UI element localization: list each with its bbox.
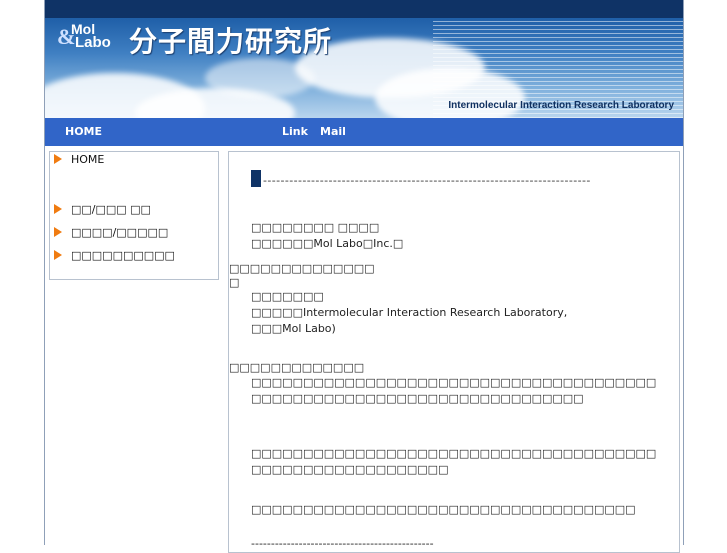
sidebar-item-2[interactable]: □□/□□□ □□ bbox=[54, 203, 151, 216]
company-english-name: □□□□□□Mol Labo□Inc.□ bbox=[251, 237, 404, 250]
sidebar-item-label: □□/□□□ □□ bbox=[71, 203, 151, 216]
top-bar bbox=[45, 0, 683, 18]
sidebar-item-home[interactable]: HOME bbox=[54, 153, 104, 166]
page-frame: & Mol Labo 分子間力研究所 Intermolecular Intera… bbox=[44, 0, 684, 553]
bottom-rule: ----------------------------------------… bbox=[251, 537, 434, 550]
header-banner: & Mol Labo 分子間力研究所 Intermolecular Intera… bbox=[45, 18, 683, 118]
arrow-right-icon bbox=[54, 154, 62, 164]
about-paragraph-3: □□□□□□□□□□□□□□□□□□□□□□□□□□□□□□□□□□□□□ bbox=[251, 503, 636, 516]
arrow-right-icon bbox=[54, 250, 62, 260]
section-mark: □ bbox=[229, 276, 240, 289]
nav-home-link[interactable]: HOME bbox=[65, 125, 102, 138]
nav-link-link[interactable]: Link bbox=[282, 125, 308, 138]
about-paragraph-1: □□□□□□□□□□□□□□□□□□□□□□□□□□□□□□□□□□□□□□□□… bbox=[251, 376, 657, 405]
lab-english-name: □□□□□Intermolecular Interaction Research… bbox=[251, 306, 568, 319]
section-title-lab: □□□□□□□□□□□□□□ bbox=[229, 262, 375, 275]
lab-short-name: □□□Mol Labo) bbox=[251, 322, 336, 335]
lab-name-line: □□□□□□□ bbox=[251, 290, 324, 303]
sidebar-menu: HOME □□/□□□ □□ □□□□/□□□□□ □□□□□□□□□□ bbox=[49, 151, 219, 280]
sidebar-item-3[interactable]: □□□□/□□□□□ bbox=[54, 226, 168, 239]
section-title-about: □□□□□□□□□□□□□ bbox=[229, 361, 365, 374]
sidebar-item-4[interactable]: □□□□□□□□□□ bbox=[54, 249, 175, 262]
logo-text-labo: Labo bbox=[75, 34, 111, 51]
main-content: ----------------------------------------… bbox=[228, 151, 680, 553]
arrow-right-icon bbox=[54, 227, 62, 237]
company-name-line: □□□□□□□□ □□□□ bbox=[251, 221, 380, 234]
heading-rule: ----------------------------------------… bbox=[263, 174, 591, 187]
sidebar-item-label: □□□□□□□□□□ bbox=[71, 249, 175, 262]
heading-marker bbox=[251, 170, 261, 187]
sidebar-item-label: □□□□/□□□□□ bbox=[71, 226, 169, 239]
main-nav: HOME Link Mail bbox=[45, 118, 683, 146]
site-title: 分子間力研究所 bbox=[129, 25, 333, 58]
arrow-right-icon bbox=[54, 204, 62, 214]
about-paragraph-2: □□□□□□□□□□□□□□□□□□□□□□□□□□□□□□□□□□□□□□□□… bbox=[251, 447, 657, 476]
cloud-decoration bbox=[205, 58, 315, 98]
site-subtitle: Intermolecular Interaction Research Labo… bbox=[448, 100, 674, 111]
sidebar-item-label: HOME bbox=[71, 153, 105, 166]
nav-mail-link[interactable]: Mail bbox=[320, 125, 346, 138]
